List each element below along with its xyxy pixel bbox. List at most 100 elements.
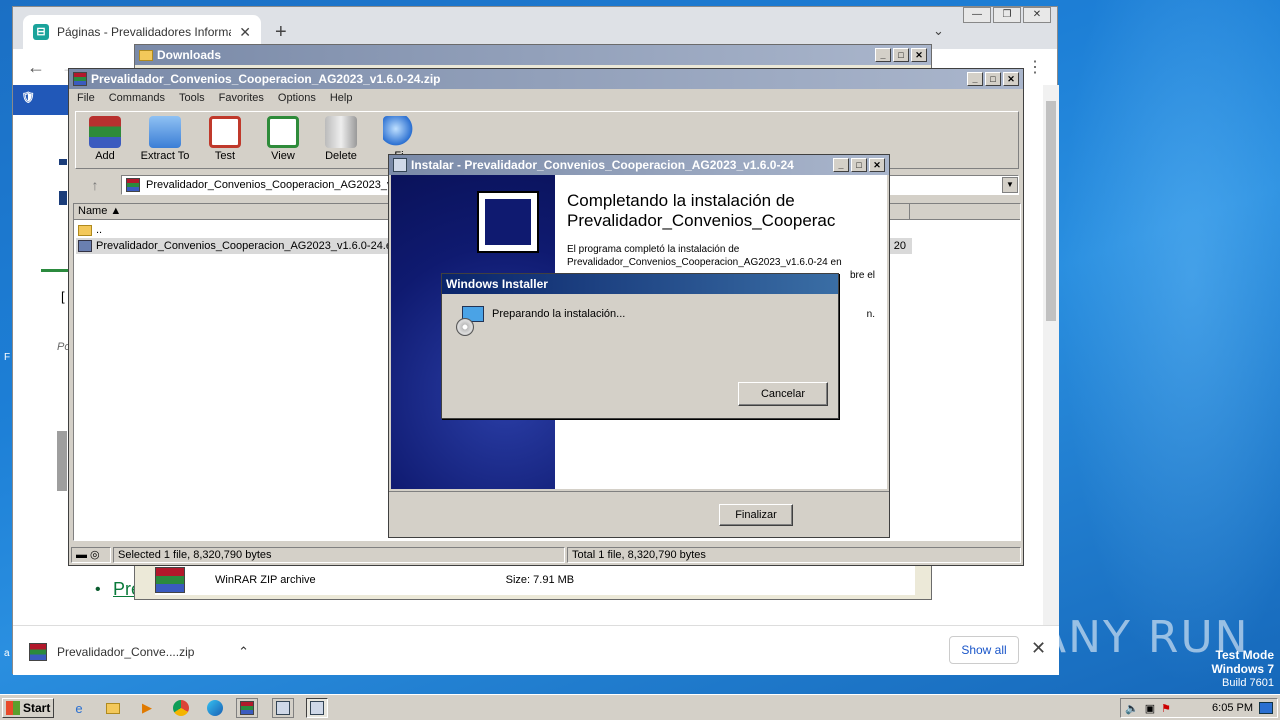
close-downloads-icon[interactable]: ✕ (1031, 638, 1046, 659)
add-button[interactable]: Add (76, 112, 134, 168)
volume-icon[interactable]: 🔈 (1125, 702, 1139, 715)
add-archive-icon (89, 116, 121, 148)
test-button[interactable]: Test (196, 112, 254, 168)
name-column-header[interactable]: Name ▲ (74, 204, 390, 219)
clock[interactable]: 6:05 PM (1212, 702, 1253, 714)
close-icon[interactable]: ✕ (869, 158, 885, 172)
add-label: Add (95, 150, 115, 162)
winrar-file-icon (29, 643, 47, 661)
flag-icon[interactable]: ⚑ (1161, 702, 1171, 715)
view-label: View (271, 150, 295, 162)
show-desktop-icon[interactable] (1259, 702, 1273, 714)
winrar-titlebar[interactable]: Prevalidador_Convenios_Cooperacion_AG202… (69, 69, 1023, 89)
installer-app-icon (393, 158, 407, 172)
close-icon[interactable]: ✕ (1023, 7, 1051, 23)
windows-installer-title: Windows Installer (446, 277, 548, 291)
page-bullet (59, 191, 67, 205)
cancel-button[interactable]: Cancelar (738, 382, 828, 406)
test-label: Test (214, 150, 236, 162)
windows-installer-dialog: Windows Installer Preparando la instalac… (441, 273, 839, 419)
view-book-icon (267, 116, 299, 148)
status-selected: Selected 1 file, 8,320,790 bytes (113, 547, 565, 563)
finish-button[interactable]: Finalizar (719, 504, 793, 526)
column-header-cell[interactable] (910, 204, 1020, 219)
windows-installer-taskbar-icon[interactable] (306, 698, 328, 718)
chrome-icon[interactable] (170, 698, 192, 718)
installer-taskbar-icon[interactable] (272, 698, 294, 718)
page-header-badge: 🛡 (13, 85, 73, 115)
ie-icon[interactable]: e (68, 698, 90, 718)
test-mode-line: Test Mode (1215, 648, 1274, 662)
downloads-titlebar[interactable]: Downloads _ □ ✕ (135, 45, 931, 65)
extract-label: Extract To (140, 150, 190, 162)
menu-favorites[interactable]: Favorites (219, 92, 264, 104)
desktop-glow (1060, 0, 1280, 690)
network-icon[interactable]: ▣ (1145, 702, 1155, 715)
menu-dots-icon[interactable]: ⋮ (1027, 57, 1043, 77)
downloads-bar: Prevalidador_Conve....zip ⌃ Show all ✕ (13, 625, 1059, 675)
edge-icon[interactable] (204, 698, 226, 718)
tab-search-chevron-icon[interactable]: ⌄ (933, 23, 944, 39)
extract-to-button[interactable]: Extract To (134, 112, 196, 168)
winrar-archive-icon (155, 567, 185, 593)
minimize-icon[interactable]: _ (833, 158, 849, 172)
page-bracket: [ (61, 289, 65, 304)
up-arrow-icon[interactable]: ↑ (75, 177, 115, 193)
installer-heading-1: Completando la instalación de (567, 191, 795, 210)
file-details-row: WinRAR ZIP archive Size: 7.91 MB (155, 565, 915, 595)
close-icon[interactable]: ✕ (911, 48, 927, 62)
minimize-icon[interactable]: _ (967, 72, 983, 86)
show-all-button[interactable]: Show all (949, 636, 1019, 664)
winrar-logo-icon (73, 72, 87, 86)
dropdown-arrow-icon[interactable]: ▼ (1002, 177, 1018, 193)
scrollbar-thumb[interactable] (1046, 101, 1056, 321)
winrar-taskbar-icon[interactable] (236, 698, 258, 718)
build-line: Build 7601 (1222, 677, 1274, 689)
downloads-title: Downloads (157, 48, 222, 62)
close-icon[interactable]: ✕ (1003, 72, 1019, 86)
installer-package-icon (456, 306, 488, 338)
maximize-icon[interactable]: □ (893, 48, 909, 62)
progress-message: Preparando la instalación... (492, 308, 626, 320)
back-arrow-icon[interactable]: ← (27, 57, 45, 78)
download-item[interactable]: Prevalidador_Conve....zip ⌃ (29, 636, 249, 668)
menu-options[interactable]: Options (278, 92, 316, 104)
tab-close-icon[interactable]: ✕ (239, 24, 251, 41)
chrome-window-controls: — ❐ ✕ (963, 7, 1051, 23)
folder-icon (139, 49, 153, 61)
status-bar: ▬ ◎ Selected 1 file, 8,320,790 bytes Tot… (69, 545, 1023, 565)
menu-tools[interactable]: Tools (179, 92, 205, 104)
windows-version-line: Windows 7 (1211, 662, 1274, 676)
view-button[interactable]: View (254, 112, 312, 168)
windows-installer-titlebar[interactable]: Windows Installer (442, 274, 838, 294)
menu-bar: File Commands Tools Favorites Options He… (69, 89, 1023, 107)
delete-button[interactable]: Delete (312, 112, 370, 168)
exe-file-icon (78, 240, 92, 252)
minimize-icon[interactable]: — (963, 7, 991, 23)
delete-label: Delete (325, 150, 357, 162)
start-button[interactable]: Start (2, 698, 54, 718)
maximize-icon[interactable]: □ (851, 158, 867, 172)
media-player-icon[interactable]: ▶ (136, 698, 158, 718)
archive-path: Prevalidador_Convenios_Cooperacion_AG202… (146, 179, 399, 191)
extract-folder-icon (149, 116, 181, 148)
page-scrollbar[interactable] (1043, 85, 1059, 625)
page-list-bullet: • (95, 581, 101, 598)
chevron-up-icon[interactable]: ⌃ (238, 644, 249, 660)
file-name: Prevalidador_Convenios_Cooperacion_AG202… (96, 240, 398, 252)
menu-file[interactable]: File (77, 92, 95, 104)
status-total: Total 1 file, 8,320,790 bytes (567, 547, 1021, 563)
minimize-icon[interactable]: _ (875, 48, 891, 62)
restore-icon[interactable]: ❐ (993, 7, 1021, 23)
maximize-icon[interactable]: □ (985, 72, 1001, 86)
installer-titlebar[interactable]: Instalar - Prevalidador_Convenios_Cooper… (389, 155, 889, 175)
list-item[interactable]: .. (76, 222, 102, 238)
site-favicon-icon: ⊟ (33, 24, 49, 40)
download-filename: Prevalidador_Conve....zip (57, 645, 195, 659)
new-tab-icon[interactable]: + (275, 21, 287, 44)
menu-commands[interactable]: Commands (109, 92, 165, 104)
parent-dir-label: .. (96, 224, 103, 236)
menu-help[interactable]: Help (330, 92, 353, 104)
system-tray: 🔈 ▣ ⚑ 6:05 PM (1120, 698, 1278, 718)
explorer-folder-icon[interactable] (102, 698, 124, 718)
